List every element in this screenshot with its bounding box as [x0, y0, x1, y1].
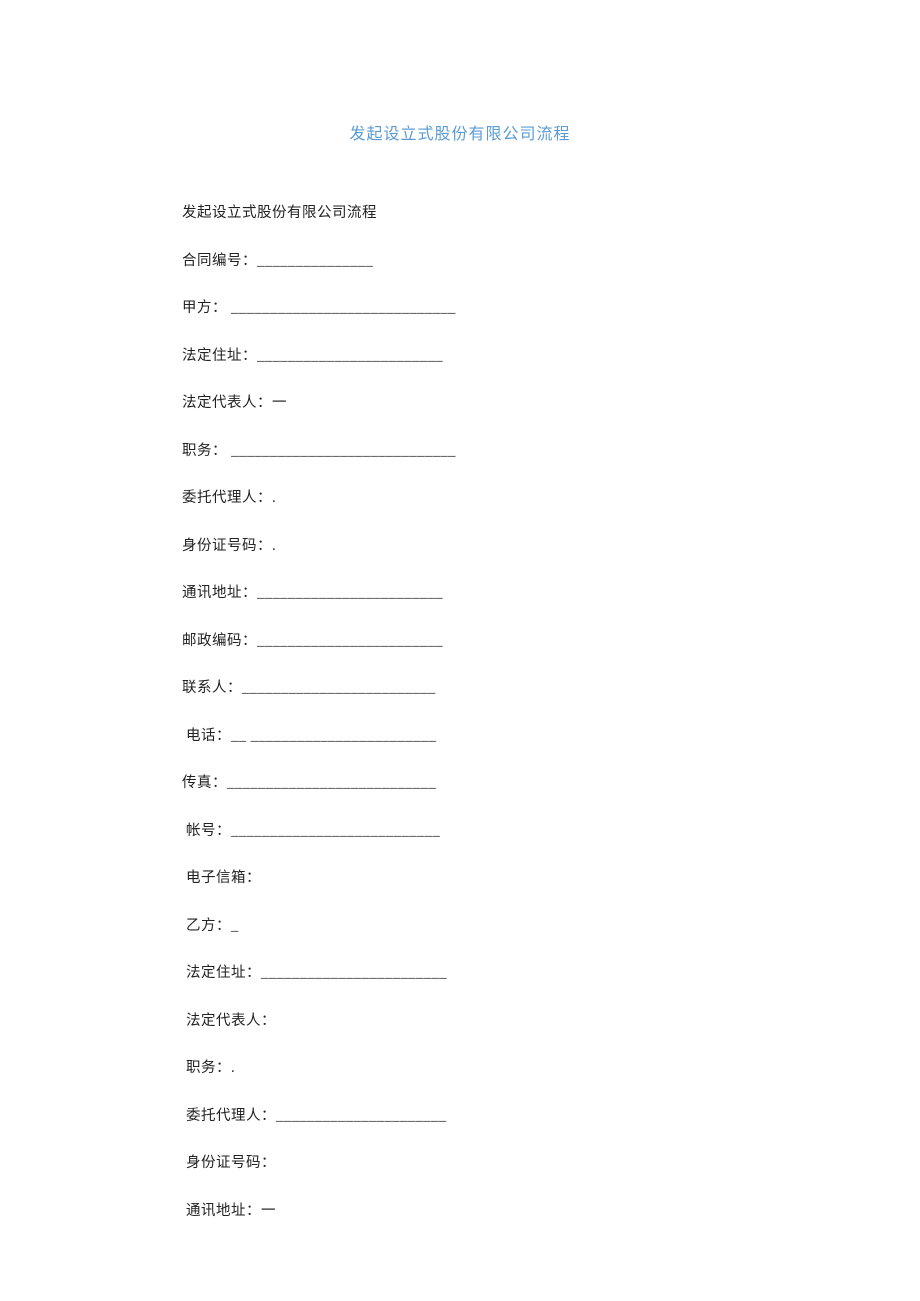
- line-contract-number: 合同编号：_______________: [182, 254, 800, 269]
- line-mail-address-a: 通讯地址：________________________: [182, 586, 800, 601]
- line-id-number-b: 身份证号码：: [182, 1156, 800, 1171]
- line-position-a: 职务： _____________________________: [182, 444, 800, 459]
- line-legal-rep-a: 法定代表人：一: [182, 396, 800, 411]
- line-party-a: 甲方： _____________________________: [182, 301, 800, 316]
- line-party-b: 乙方：_: [182, 919, 800, 934]
- line-heading: 发起设立式股份有限公司流程: [182, 206, 800, 221]
- line-legal-rep-b: 法定代表人：: [182, 1014, 800, 1029]
- document-title: 发起设立式股份有限公司流程: [182, 120, 800, 144]
- line-fax-a: 传真：___________________________: [182, 776, 800, 791]
- line-position-b: 职务：.: [182, 1061, 800, 1076]
- line-email-a: 电子信箱：: [182, 871, 800, 886]
- line-legal-address-a: 法定住址：________________________: [182, 349, 800, 364]
- line-agent-b: 委托代理人：______________________: [182, 1109, 800, 1124]
- line-id-number-a: 身份证号码：.: [182, 539, 800, 554]
- line-legal-address-b: 法定住址：________________________: [182, 966, 800, 981]
- line-postal-code-a: 邮政编码：________________________: [182, 634, 800, 649]
- document-page: 发起设立式股份有限公司流程 发起设立式股份有限公司流程 合同编号：_______…: [0, 0, 920, 1301]
- line-mail-address-b: 通讯地址：一: [182, 1204, 800, 1219]
- line-agent-a: 委托代理人：.: [182, 491, 800, 506]
- line-account-a: 帐号：___________________________: [182, 824, 800, 839]
- line-phone-a: 电话：__ ________________________: [182, 729, 800, 744]
- line-contact-a: 联系人：_________________________: [182, 681, 800, 696]
